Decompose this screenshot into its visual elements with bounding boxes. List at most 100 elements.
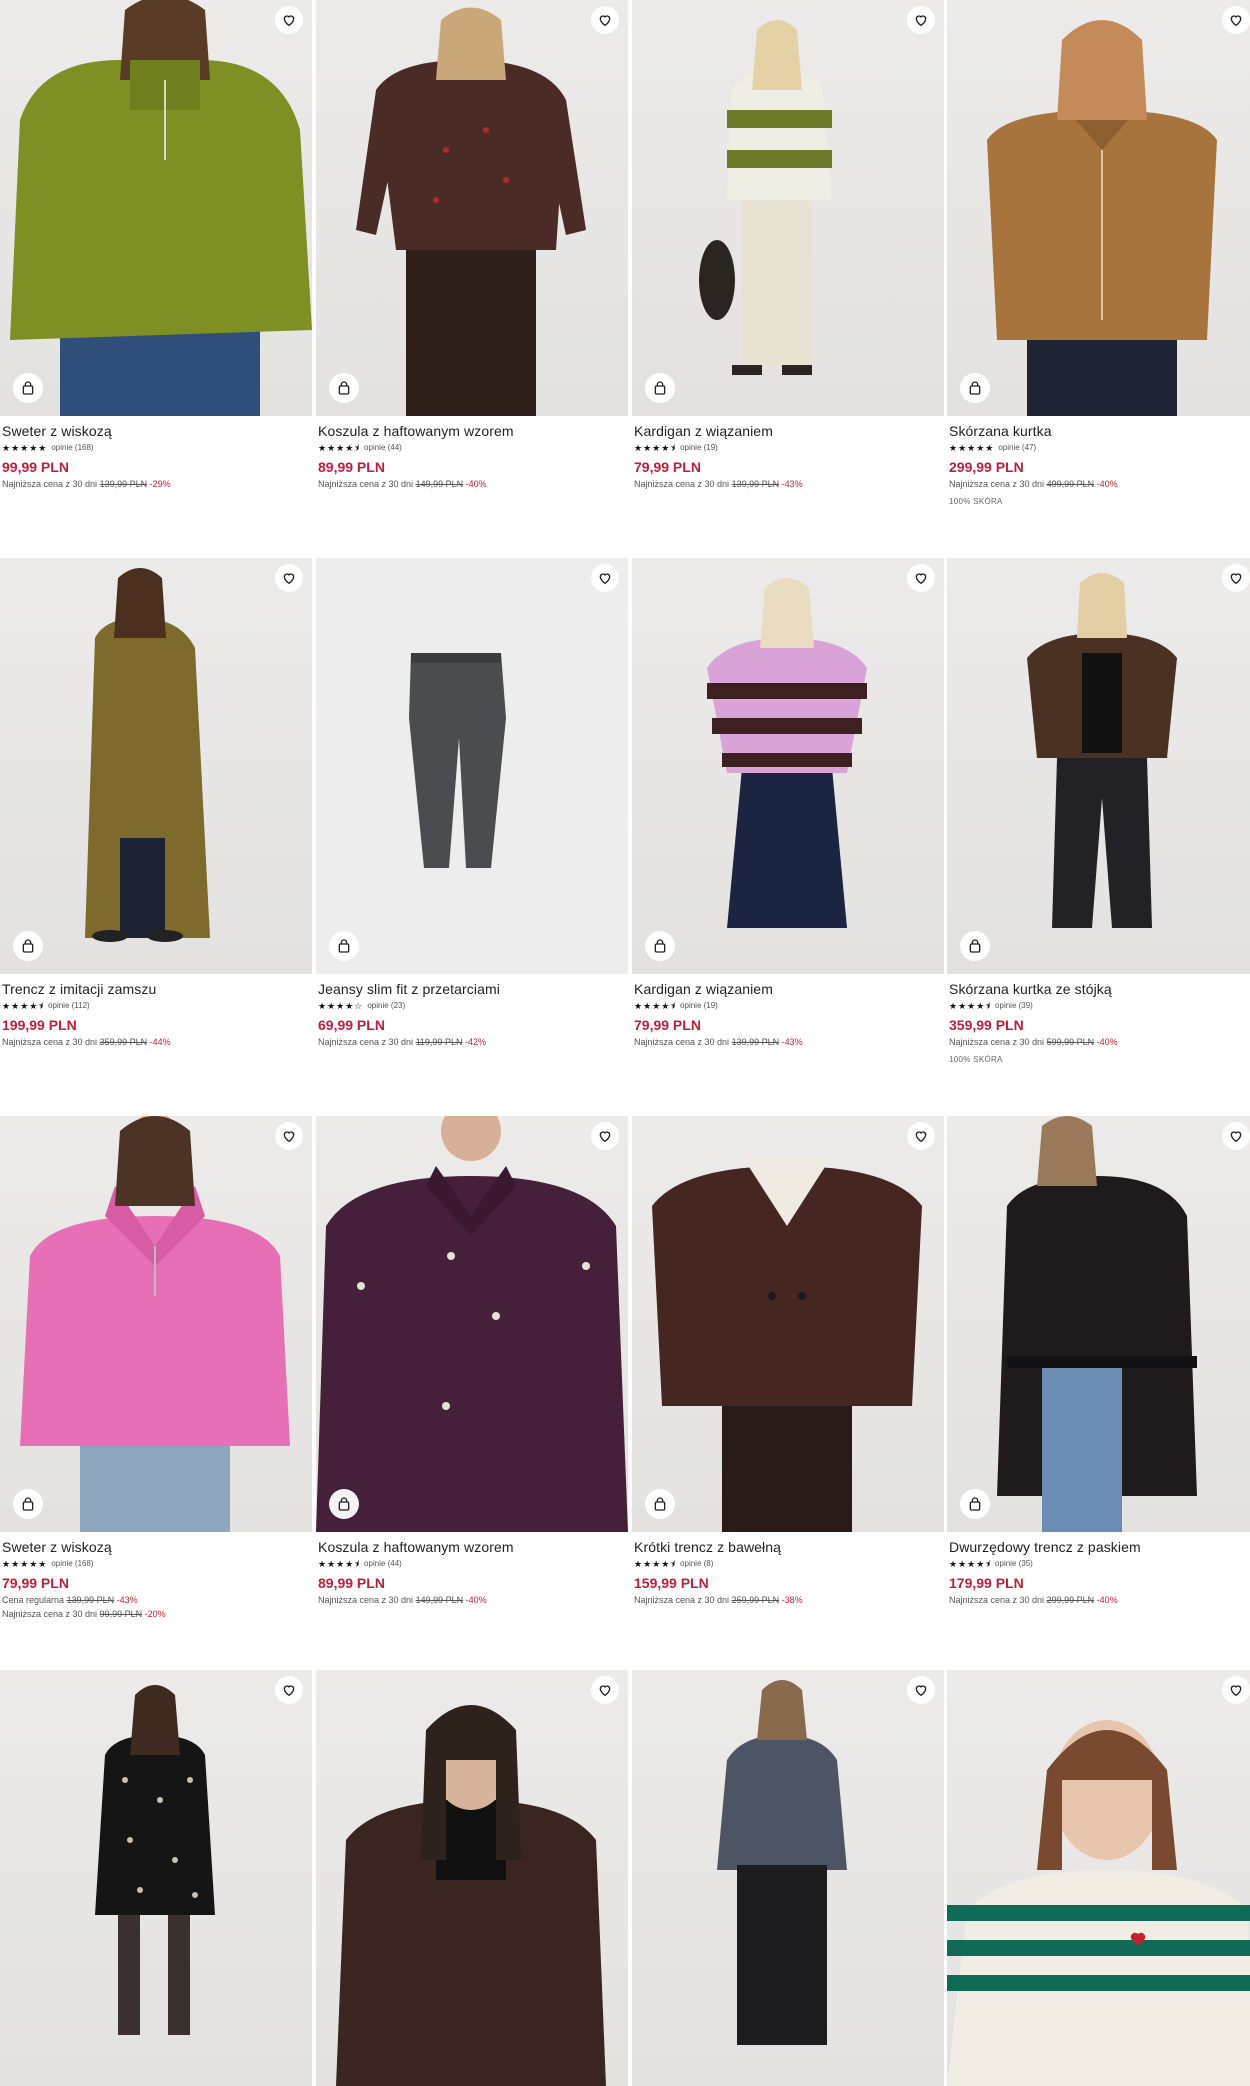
product-name[interactable]: Sweter z wiskozą	[2, 1539, 312, 1555]
product-image[interactable]	[316, 558, 628, 974]
review-count[interactable]: opinie (168)	[51, 443, 93, 453]
product-card[interactable]: Dwurzędowy trencz z paskiem ★★★★⯨ opinie …	[947, 1116, 1250, 1605]
product-card[interactable]: Sweter z wiskozą ★★★★★ opinie (168) 79,99…	[0, 1116, 312, 1619]
favorite-button[interactable]	[591, 1676, 619, 1704]
product-card[interactable]	[0, 1670, 312, 2086]
star-icon: ★★★★⯨	[634, 443, 677, 453]
product-card[interactable]: Skórzana kurtka ★★★★★ opinie (47) 299,99 …	[947, 0, 1250, 506]
heart-icon	[599, 15, 611, 27]
review-count[interactable]: opinie (44)	[364, 443, 402, 453]
add-to-cart-button[interactable]	[13, 373, 43, 403]
product-image[interactable]	[947, 558, 1250, 974]
product-name[interactable]: Kardigan z wiązaniem	[634, 981, 944, 997]
product-card[interactable]: Skórzana kurtka ze stójką ★★★★⯨ opinie (3…	[947, 558, 1250, 1064]
product-price: 89,99 PLN	[318, 1575, 385, 1591]
add-to-cart-button[interactable]	[13, 931, 43, 961]
price-label: Najniższa cena z 30 dni	[634, 1037, 730, 1047]
product-name[interactable]: Jeansy slim fit z przetarciami	[318, 981, 628, 997]
product-photo	[947, 1720, 1250, 2086]
shopping-bag-icon	[22, 381, 34, 395]
product-image[interactable]	[632, 558, 944, 974]
review-count[interactable]: opinie (23)	[367, 1001, 405, 1011]
product-name[interactable]: Sweter z wiskozą	[2, 423, 312, 439]
add-to-cart-button[interactable]	[645, 931, 675, 961]
product-name[interactable]: Skórzana kurtka ze stójką	[949, 981, 1250, 997]
review-count[interactable]: opinie (112)	[48, 1001, 90, 1011]
shopping-bag-icon	[969, 939, 981, 953]
product-card[interactable]: Kardigan z wiązaniem ★★★★⯨ opinie (19) 79…	[632, 558, 944, 1047]
product-name[interactable]: Kardigan z wiązaniem	[634, 423, 944, 439]
product-image[interactable]	[316, 0, 628, 416]
favorite-button[interactable]	[1222, 1122, 1250, 1150]
review-count[interactable]: opinie (19)	[680, 1001, 718, 1011]
favorite-button[interactable]	[907, 6, 935, 34]
favorite-button[interactable]	[275, 564, 303, 592]
add-to-cart-button[interactable]	[329, 373, 359, 403]
shopping-bag-icon	[654, 381, 666, 395]
review-count[interactable]: opinie (44)	[364, 1559, 402, 1569]
lowest-price-info: Najniższa cena z 30 dni 139,99 PLN -29%	[2, 479, 312, 489]
product-name[interactable]: Krótki trencz z bawełną	[634, 1539, 944, 1555]
favorite-button[interactable]	[275, 1676, 303, 1704]
add-to-cart-button[interactable]	[329, 1489, 359, 1519]
product-card[interactable]: Sweter z wiskozą ★★★★★ opinie (168) 99,99…	[0, 0, 312, 489]
add-to-cart-button[interactable]	[645, 373, 675, 403]
discount-badge: -43%	[781, 1037, 803, 1047]
favorite-button[interactable]	[275, 1122, 303, 1150]
favorite-button[interactable]	[275, 6, 303, 34]
favorite-button[interactable]	[1222, 1676, 1250, 1704]
add-to-cart-button[interactable]	[960, 931, 990, 961]
review-count[interactable]: opinie (8)	[680, 1559, 713, 1569]
product-image[interactable]	[947, 1670, 1250, 2086]
product-image[interactable]	[947, 1116, 1250, 1532]
product-name[interactable]: Trencz z imitacji zamszu	[2, 981, 312, 997]
product-card[interactable]: Koszula z haftowanym wzorem ★★★★⯨ opinie …	[316, 0, 628, 489]
product-card[interactable]	[632, 1670, 944, 2086]
add-to-cart-button[interactable]	[960, 373, 990, 403]
add-to-cart-button[interactable]	[645, 1489, 675, 1519]
product-image[interactable]	[632, 1670, 944, 2086]
discount-badge: -40%	[465, 1595, 487, 1605]
product-card[interactable]	[947, 1670, 1250, 2086]
add-to-cart-button[interactable]	[960, 1489, 990, 1519]
product-card[interactable]: Kardigan z wiązaniem ★★★★⯨ opinie (19) 79…	[632, 0, 944, 489]
review-count[interactable]: opinie (47)	[998, 443, 1036, 453]
add-to-cart-button[interactable]	[329, 931, 359, 961]
product-image[interactable]	[0, 558, 312, 974]
favorite-button[interactable]	[591, 1122, 619, 1150]
product-name[interactable]: Dwurzędowy trencz z paskiem	[949, 1539, 1250, 1555]
product-name[interactable]: Koszula z haftowanym wzorem	[318, 1539, 628, 1555]
review-count[interactable]: opinie (35)	[995, 1559, 1033, 1569]
product-image[interactable]	[0, 1670, 312, 2086]
product-card[interactable]	[316, 1670, 628, 2086]
product-photo	[316, 1116, 628, 1532]
product-image[interactable]	[632, 1116, 944, 1532]
favorite-button[interactable]	[591, 564, 619, 592]
discount-badge: -43%	[116, 1595, 138, 1605]
shopping-bag-icon	[969, 381, 981, 395]
product-image[interactable]	[316, 1670, 628, 2086]
product-image[interactable]	[947, 0, 1250, 416]
review-count[interactable]: opinie (19)	[680, 443, 718, 453]
product-name[interactable]: Skórzana kurtka	[949, 423, 1250, 439]
add-to-cart-button[interactable]	[13, 1489, 43, 1519]
favorite-button[interactable]	[591, 6, 619, 34]
product-card[interactable]: Koszula z haftowanym wzorem ★★★★⯨ opinie …	[316, 1116, 628, 1605]
favorite-button[interactable]	[1222, 6, 1250, 34]
product-card[interactable]: Trencz z imitacji zamszu ★★★★⯨ opinie (11…	[0, 558, 312, 1047]
product-card[interactable]: Krótki trencz z bawełną ★★★★⯨ opinie (8) …	[632, 1116, 944, 1605]
product-name[interactable]: Koszula z haftowanym wzorem	[318, 423, 628, 439]
product-image[interactable]	[632, 0, 944, 416]
product-price: 69,99 PLN	[318, 1017, 385, 1033]
favorite-button[interactable]	[907, 564, 935, 592]
product-image[interactable]	[0, 0, 312, 416]
favorite-button[interactable]	[1222, 564, 1250, 592]
product-image[interactable]	[0, 1116, 312, 1532]
product-card[interactable]: Jeansy slim fit z przetarciami ★★★★☆ opin…	[316, 558, 628, 1047]
product-image[interactable]	[316, 1116, 628, 1532]
discount-badge: -40%	[465, 479, 487, 489]
favorite-button[interactable]	[907, 1676, 935, 1704]
favorite-button[interactable]	[907, 1122, 935, 1150]
review-count[interactable]: opinie (39)	[995, 1001, 1033, 1011]
review-count[interactable]: opinie (168)	[51, 1559, 93, 1569]
